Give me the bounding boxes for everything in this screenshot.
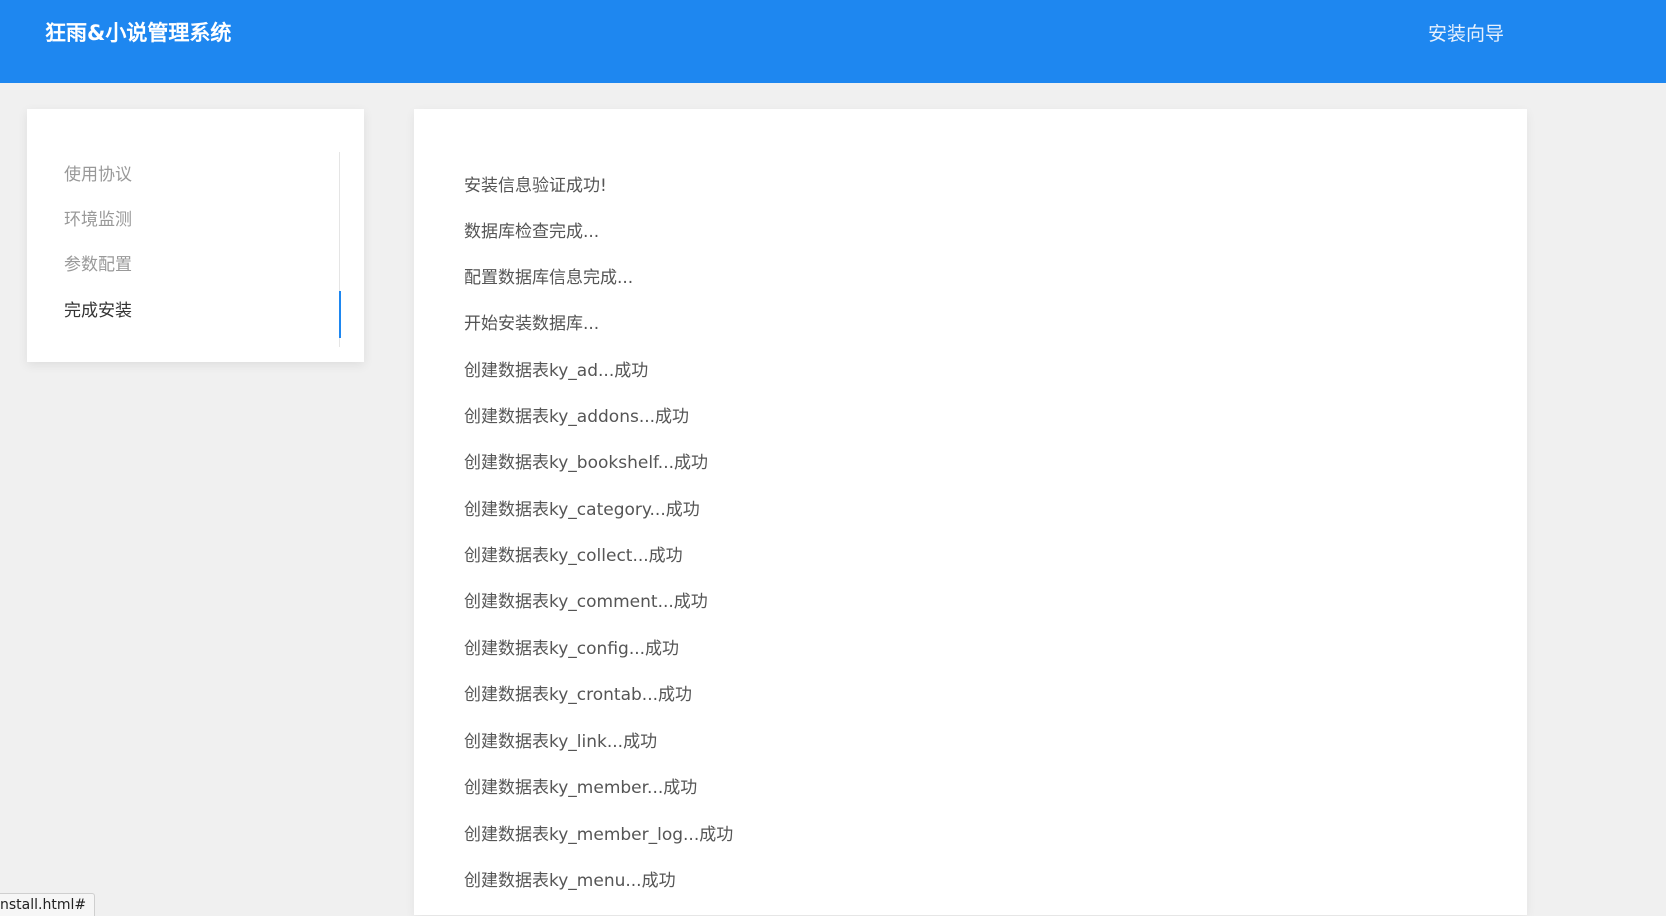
log-line: 开始安装数据库... [464,314,600,334]
install-steps-sidebar: 使用协议 环境监测 参数配置 完成安装 [27,109,364,362]
brand-title[interactable]: 狂雨&小说管理系统 [45,19,231,47]
active-step-indicator [339,291,341,338]
install-log-panel: 安装信息验证成功! 数据库检查完成... 配置数据库信息完成... 开始安装数据… [414,109,1527,915]
log-line: 创建数据表ky_collect...成功 [464,546,683,566]
log-line: 创建数据表ky_addons...成功 [464,407,690,427]
log-line: 创建数据表ky_crontab...成功 [464,685,693,705]
log-line: 创建数据表ky_bookshelf...成功 [464,453,709,473]
step-parameter-config[interactable]: 参数配置 [64,253,132,277]
link-status-tooltip: nstall.html# [0,893,96,916]
log-line: 创建数据表ky_menu...成功 [464,871,676,891]
top-header: 狂雨&小说管理系统 安装向导 [0,0,1666,83]
log-line: 创建数据表ky_ad...成功 [464,361,649,381]
log-line: 数据库检查完成... [464,222,600,242]
log-line: 创建数据表ky_member...成功 [464,778,698,798]
step-finish-install[interactable]: 完成安装 [64,299,132,323]
log-line: 创建数据表ky_comment...成功 [464,592,708,612]
step-environment-check[interactable]: 环境监测 [64,208,132,232]
log-line: 创建数据表ky_category...成功 [464,500,700,520]
step-agreement[interactable]: 使用协议 [64,163,132,187]
log-line: 创建数据表ky_link...成功 [464,732,658,752]
log-line: 安装信息验证成功! [464,176,607,196]
log-line: 创建数据表ky_config...成功 [464,639,680,659]
install-wizard-link[interactable]: 安装向导 [1428,20,1504,48]
log-line: 创建数据表ky_member_log...成功 [464,825,734,845]
log-line: 配置数据库信息完成... [464,268,634,288]
step-list: 使用协议 环境监测 参数配置 完成安装 [27,152,341,347]
